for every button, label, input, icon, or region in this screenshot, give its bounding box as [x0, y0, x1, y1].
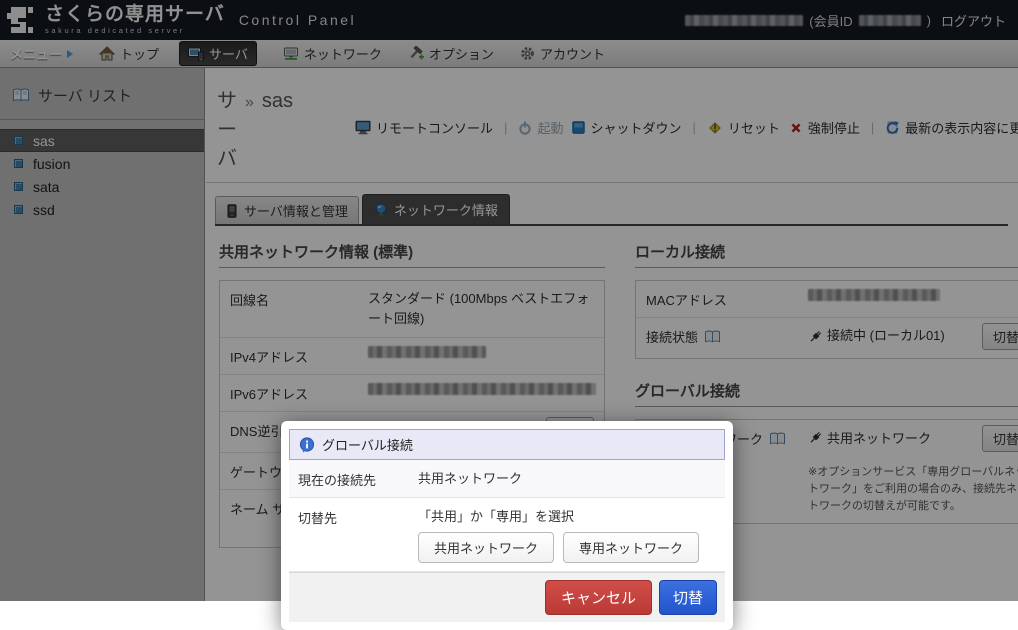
current-network-value: 共用ネットワーク [418, 468, 522, 487]
shared-network-option-button[interactable]: 共用ネットワーク [418, 532, 554, 563]
global-connection-dialog: グローバル接続 現在の接続先 共用ネットワーク 切替先 「共用」か「専用」を選択… [281, 421, 733, 630]
dialog-footer: キャンセル 切替 [289, 572, 725, 622]
switch-submit-button[interactable]: 切替 [659, 580, 717, 615]
dialog-header: グローバル接続 [289, 429, 725, 460]
cancel-button[interactable]: キャンセル [545, 580, 652, 615]
dialog-row-target: 切替先 「共用」か「専用」を選択 共用ネットワーク 専用ネットワーク [289, 498, 725, 572]
dialog-row-label: 現在の接続先 [298, 468, 418, 489]
dialog-title: グローバル接続 [322, 435, 413, 454]
dedicated-network-option-button[interactable]: 専用ネットワーク [563, 532, 699, 563]
target-hint: 「共用」か「専用」を選択 [418, 506, 699, 525]
dialog-row-current: 現在の接続先 共用ネットワーク [289, 460, 725, 498]
dialog-row-label: 切替先 [298, 506, 418, 527]
info-icon [299, 437, 315, 453]
target-options: 共用ネットワーク 専用ネットワーク [418, 532, 699, 563]
